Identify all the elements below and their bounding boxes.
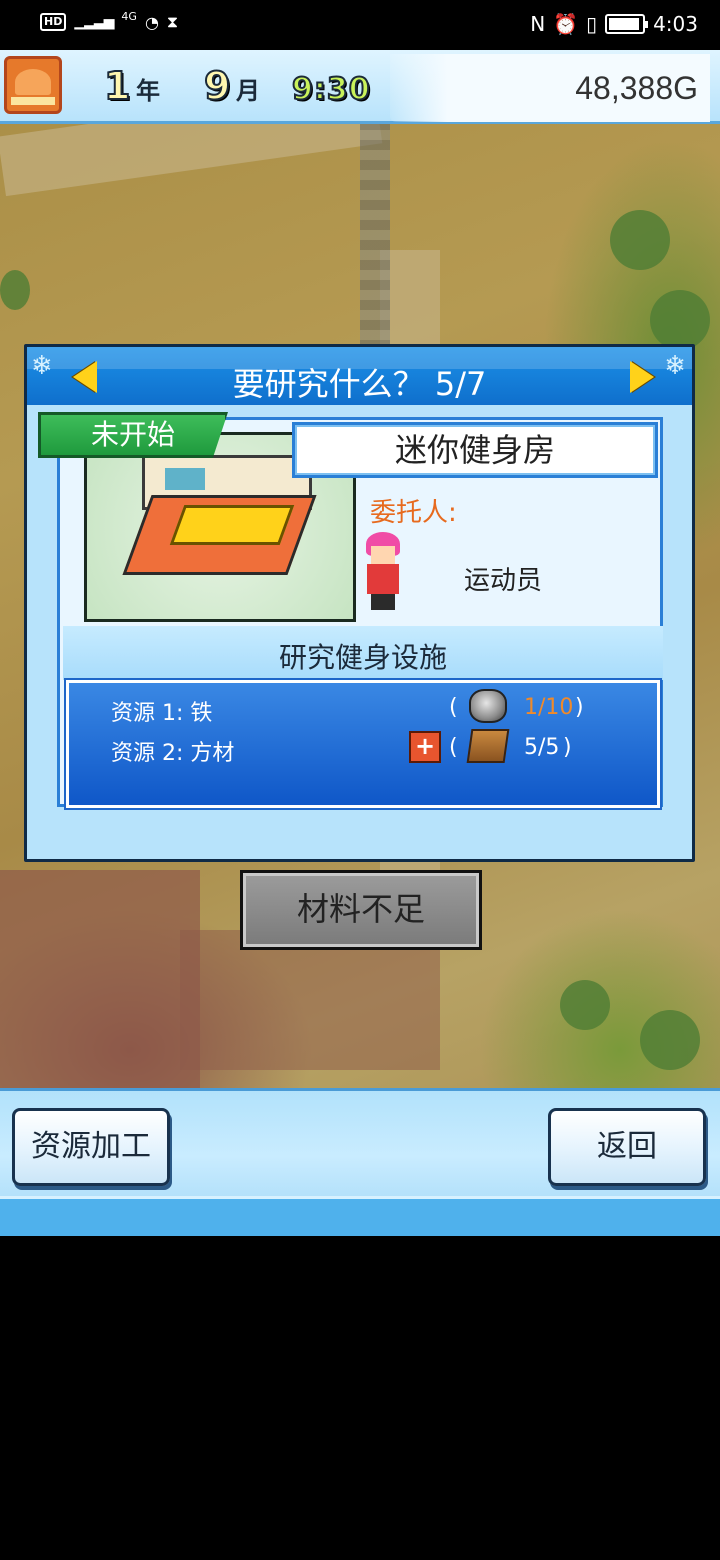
money-display: 48,388G bbox=[575, 70, 698, 106]
status-left: HD ▁▂▃▅ 4G ◔ ⧗ bbox=[40, 9, 179, 32]
month-display: 9 月 bbox=[203, 63, 261, 109]
resource-list: 资源 1: 铁 ( 1/10 ) 资源 2: 方材 + ( 5/5 ) bbox=[66, 680, 660, 808]
treadmill-icon bbox=[169, 505, 295, 545]
resource-count: 5/5 bbox=[524, 735, 560, 760]
resource-label: 资源 2: 方材 bbox=[111, 741, 235, 766]
year-number: 1 bbox=[103, 63, 131, 109]
back-label: 返回 bbox=[597, 1129, 657, 1164]
paren-open: ( bbox=[449, 735, 458, 760]
add-resource-button[interactable]: + bbox=[409, 731, 441, 763]
client-name: 运动员 bbox=[464, 566, 543, 596]
tree bbox=[610, 210, 670, 270]
tree bbox=[560, 980, 610, 1030]
iron-ore-icon bbox=[469, 689, 507, 723]
subtitle-bar: 研究健身设施 bbox=[63, 626, 663, 680]
item-name: 迷你健身房 bbox=[394, 431, 555, 469]
resource-label: 资源 1: 铁 bbox=[111, 701, 213, 726]
status-right: N ⏰ ▯ 4:03 bbox=[530, 12, 698, 36]
game-clock: 9:30 bbox=[291, 71, 371, 108]
signal-icon: ▁▂▃▅ bbox=[74, 14, 114, 30]
paren-close: ) bbox=[575, 695, 584, 720]
dialog-header: ❄ ❄ 要研究什么？ 5/7 bbox=[27, 347, 692, 405]
alarm-icon: ⏰ bbox=[553, 12, 579, 36]
resource-count: 1/10 bbox=[524, 695, 574, 720]
town-menu-icon[interactable] bbox=[4, 56, 62, 114]
hd-badge: HD bbox=[40, 13, 67, 31]
status-bar: HD ▁▂▃▅ 4G ◔ ⧗ N ⏰ ▯ 4:03 bbox=[0, 0, 720, 50]
month-number: 9 bbox=[203, 63, 231, 109]
paren-open: ( bbox=[449, 695, 458, 720]
client-label: 委托人: bbox=[370, 498, 457, 528]
tree bbox=[0, 270, 30, 310]
research-card: 迷你健身房 委托人: 运动员 研究健身设施 资源 1: 铁 ( 1/10 ) 资… bbox=[38, 412, 663, 808]
research-card-inner: 迷你健身房 委托人: 运动员 研究健身设施 资源 1: 铁 ( 1/10 ) 资… bbox=[38, 412, 663, 808]
next-arrow-icon[interactable] bbox=[630, 361, 654, 393]
nfc-icon: N bbox=[530, 12, 546, 36]
bottom-strip bbox=[0, 1196, 720, 1236]
hourglass-icon: ⧗ bbox=[166, 12, 179, 31]
lumber-plank-icon bbox=[466, 729, 510, 763]
wifi-icon: ◔ bbox=[144, 12, 159, 32]
year-unit: 年 bbox=[136, 77, 161, 105]
insufficient-materials-label: 材料不足 bbox=[296, 890, 425, 928]
year-display: 1 年 bbox=[103, 63, 161, 109]
research-subtitle: 研究健身设施 bbox=[278, 641, 447, 674]
month-unit: 月 bbox=[236, 77, 261, 105]
vibrate-icon: ▯ bbox=[586, 12, 598, 36]
status-time: 4:03 bbox=[653, 12, 698, 36]
battery-icon bbox=[605, 14, 649, 34]
dialog-title: 要研究什么？ 5/7 bbox=[232, 365, 487, 403]
paren-close: ) bbox=[563, 735, 572, 760]
item-name-box: 迷你健身房 bbox=[292, 422, 658, 478]
tree bbox=[640, 1010, 700, 1070]
tree bbox=[650, 290, 710, 350]
building bbox=[180, 930, 440, 1070]
resource-processing-label: 资源加工 bbox=[31, 1129, 151, 1164]
status-tag: 未开始 bbox=[38, 412, 228, 458]
insufficient-materials-button[interactable]: 材料不足 bbox=[240, 870, 482, 950]
network-label: 4G bbox=[121, 9, 137, 23]
resource-processing-button[interactable]: 资源加工 bbox=[12, 1108, 170, 1186]
research-dialog: ❄ ❄ 要研究什么？ 5/7 迷你健身房 委托人: 运动员 研究健身设施 资源 … bbox=[24, 344, 695, 862]
back-button[interactable]: 返回 bbox=[548, 1108, 706, 1186]
athlete-avatar bbox=[362, 532, 404, 612]
building bbox=[0, 870, 200, 1090]
